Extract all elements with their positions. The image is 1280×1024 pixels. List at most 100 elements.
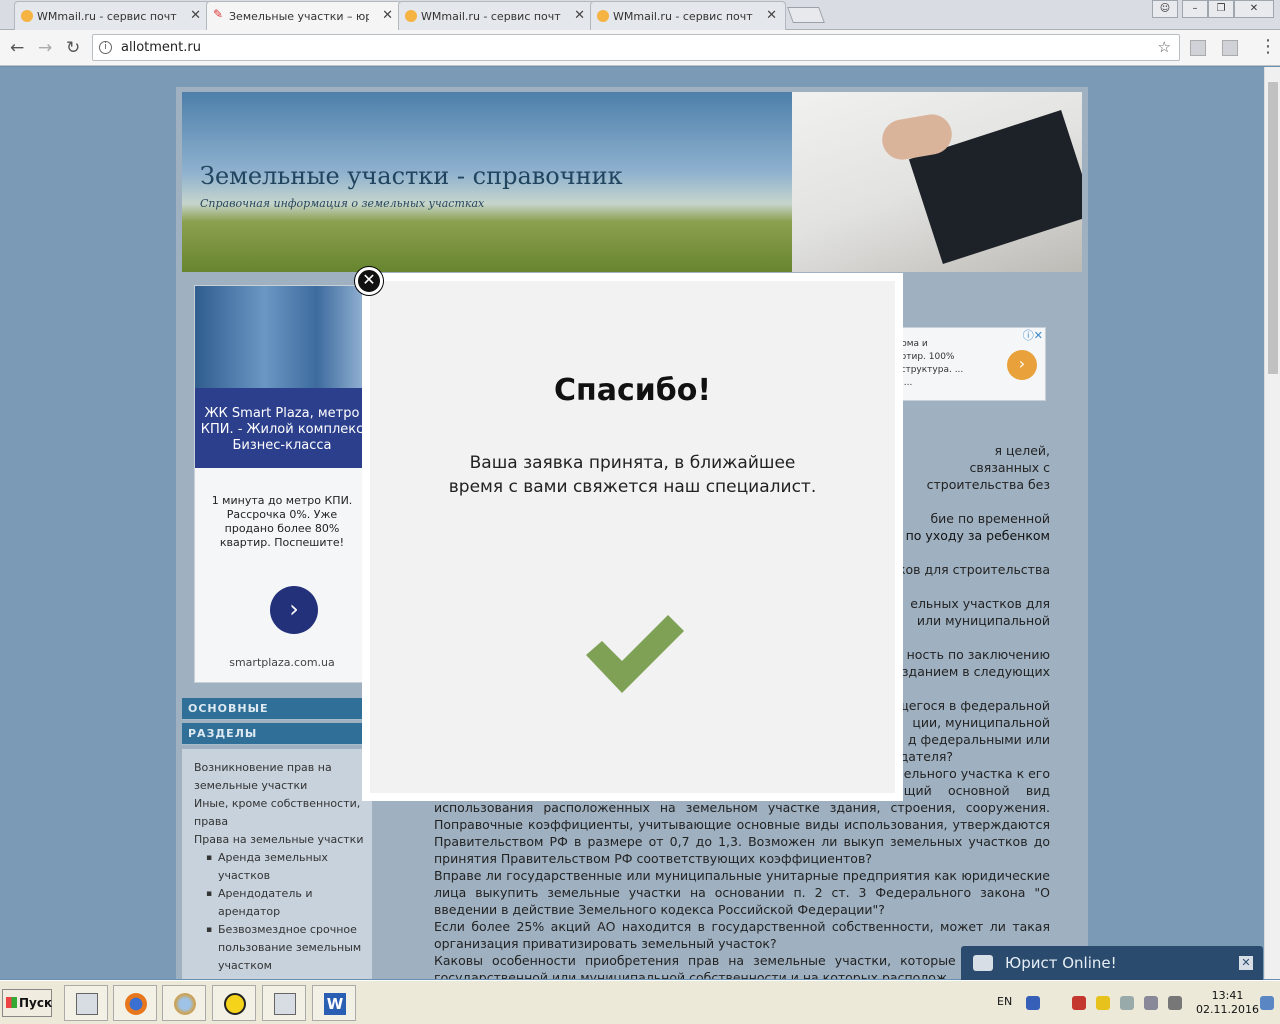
tab-wmmail-1[interactable]: WMmail.ru - сервис почтов ✕ [14, 1, 210, 30]
ad-domain[interactable]: smartplaza.com.ua [195, 656, 369, 669]
thank-you-modal: Спасибо! Ваша заявка принята, в ближайше… [370, 281, 895, 793]
ad-arrow-button[interactable]: › [270, 586, 318, 634]
taskbar-app-paint[interactable] [162, 985, 206, 1021]
site-header: Земельные участки - справочник Справочна… [182, 92, 1082, 272]
extension-icon[interactable] [1222, 40, 1238, 56]
content-paragraph[interactable]: Вправе ли государственные или муниципаль… [434, 867, 1050, 918]
content-fragment[interactable]: одателя? [892, 748, 992, 765]
nav-link[interactable]: Возникновение прав на земельные участки [194, 759, 364, 795]
wmmail-favicon-icon [405, 10, 417, 22]
taskbar-app-files[interactable] [64, 985, 108, 1021]
bookmark-star-icon[interactable]: ☆ [1158, 35, 1171, 60]
tab-allotment[interactable]: ✎ Земельные участки – юри ✕ [206, 1, 402, 31]
page-scrollbar[interactable] [1264, 67, 1280, 979]
cyberghost-icon [224, 993, 246, 1015]
back-arrow-icon[interactable]: ← [10, 38, 24, 58]
content-paragraph[interactable]: Каковы особенности приобретения прав на … [434, 952, 1050, 979]
menu-icon[interactable]: ⋮ [1259, 36, 1277, 57]
content-fragment[interactable]: ции, муниципальной [872, 714, 1050, 731]
taskbar-app-cyberghost[interactable] [212, 985, 256, 1021]
content-fragment[interactable]: щегося в федеральной [872, 697, 1050, 714]
windows-flag-icon [6, 997, 17, 1008]
tab-title: WMmail.ru - сервис почтов [613, 9, 753, 23]
content-fragment[interactable]: или муниципальной [872, 612, 1050, 629]
tray-icon[interactable] [1144, 996, 1158, 1010]
nav-link[interactable]: Иные, кроме собственности, права [194, 795, 364, 831]
address-toolbar: ← → ↻ i allotment.ru ☆ ⋮ [0, 30, 1280, 66]
firefox-icon [125, 993, 147, 1015]
new-tab-button[interactable] [787, 7, 825, 23]
section-header-sections: РАЗДЕЛЫ [182, 723, 372, 745]
content-paragraph[interactable]: стоимости применяется поправочный коэффи… [434, 782, 1050, 867]
header-image [792, 92, 1082, 272]
ad-close-icon[interactable]: ⓘ✕ [1023, 329, 1043, 342]
section-header-main: ОСНОВНЫЕ [182, 698, 372, 720]
modal-title: Спасибо! [553, 373, 712, 408]
content-fragment[interactable]: ность по заключению [872, 646, 1050, 663]
clock-time: 13:41 [1211, 989, 1244, 1002]
content-fragment[interactable]: д федеральными или [872, 731, 1050, 748]
profile-icon[interactable]: ☺ [1152, 0, 1178, 18]
wmmail-favicon-icon [21, 10, 33, 22]
taskbar-app-files-2[interactable] [262, 985, 306, 1021]
close-tab-icon[interactable]: ✕ [190, 8, 201, 23]
show-desktop-icon[interactable] [1260, 996, 1274, 1010]
ad-arrow-button[interactable]: › [1007, 350, 1037, 380]
nav-sublink[interactable]: Арендодатель и арендатор [194, 885, 364, 921]
cyberghost-tray-icon[interactable] [1096, 996, 1110, 1010]
tab-title: WMmail.ru - сервис почтов [421, 9, 561, 23]
close-tab-icon[interactable]: ✕ [766, 8, 777, 23]
forward-arrow-icon[interactable]: → [38, 38, 52, 58]
tab-wmmail-3[interactable]: WMmail.ru - сервис почтов ✕ [590, 1, 786, 30]
taskbar-app-word[interactable]: W [312, 985, 356, 1021]
info-icon[interactable]: i [99, 41, 112, 54]
tab-wmmail-2[interactable]: WMmail.ru - сервис почтов ✕ [398, 1, 594, 30]
start-button[interactable]: Пуск [2, 989, 52, 1017]
content-paragraph[interactable]: Если более 25% акций АО находится в госу… [434, 918, 1050, 952]
site-title[interactable]: Земельные участки - справочник [200, 162, 623, 190]
word-icon: W [324, 993, 346, 1015]
network-icon[interactable] [1120, 996, 1134, 1010]
tab-strip: WMmail.ru - сервис почтов ✕ ✎ Земельные … [0, 0, 1280, 31]
ad-headline[interactable]: ЖК Smart Plaza, метро КПИ. - Жилой компл… [195, 388, 369, 468]
chat-bubble-icon [973, 955, 993, 971]
content-fragment[interactable]: тков для строительства [872, 561, 1050, 578]
file-icon [274, 993, 296, 1015]
right-advertisement[interactable]: дома и артир. 100% аструктура. ... m... … [886, 327, 1046, 401]
restore-button[interactable]: ❐ [1208, 0, 1234, 18]
help-icon[interactable] [1026, 996, 1040, 1010]
left-advertisement[interactable]: ЖК Smart Plaza, метро КПИ. - Жилой компл… [194, 285, 370, 683]
start-label: Пуск [19, 996, 53, 1010]
content-fragment[interactable]: ельных участков для [872, 595, 1050, 612]
extension-icon[interactable] [1190, 40, 1206, 56]
chat-widget[interactable]: Юрист Online! ✕ [961, 946, 1263, 980]
modal-close-button[interactable]: ✕ [355, 267, 383, 295]
checkmark-icon [586, 615, 684, 693]
language-indicator[interactable]: EN [997, 995, 1012, 1008]
volume-icon[interactable] [1168, 996, 1182, 1010]
page-viewport: Земельные участки - справочник Справочна… [0, 67, 1264, 979]
address-bar[interactable]: i allotment.ru ☆ [92, 34, 1180, 61]
file-icon [76, 993, 98, 1015]
chat-close-icon[interactable]: ✕ [1239, 956, 1253, 970]
nav-link[interactable]: Права на земельные участки [194, 831, 364, 849]
taskbar-app-firefox[interactable] [113, 985, 157, 1021]
content-fragment: строительства без [926, 477, 1050, 492]
content-fragment[interactable]: емельного участка к его [872, 765, 1050, 782]
content-fragment[interactable]: зданием в следующих [872, 663, 1050, 680]
reload-icon[interactable]: ↻ [66, 38, 80, 58]
close-tab-icon[interactable]: ✕ [574, 8, 585, 23]
system-clock[interactable]: 13:41 02.11.2016 [1196, 989, 1259, 1017]
content-link-fragment[interactable]: ие по уходу за ребенком [872, 527, 1050, 544]
content-fragment: я целей, связанных с [969, 443, 1050, 475]
minimize-button[interactable]: – [1182, 0, 1208, 18]
modal-message: Ваша заявка принята, в ближайшее время с… [448, 453, 817, 497]
pen-favicon-icon: ✎ [213, 7, 224, 21]
tab-title: WMmail.ru - сервис почтов [37, 9, 177, 23]
chat-label[interactable]: Юрист Online! [1005, 954, 1117, 972]
nav-sublink[interactable]: Безвозмездное срочное пользование земель… [194, 921, 364, 975]
nav-sublink[interactable]: Аренда земельных участков [194, 849, 364, 885]
close-tab-icon[interactable]: ✕ [382, 8, 393, 23]
antivirus-icon[interactable] [1072, 996, 1086, 1010]
close-window-button[interactable]: ✕ [1234, 0, 1274, 18]
